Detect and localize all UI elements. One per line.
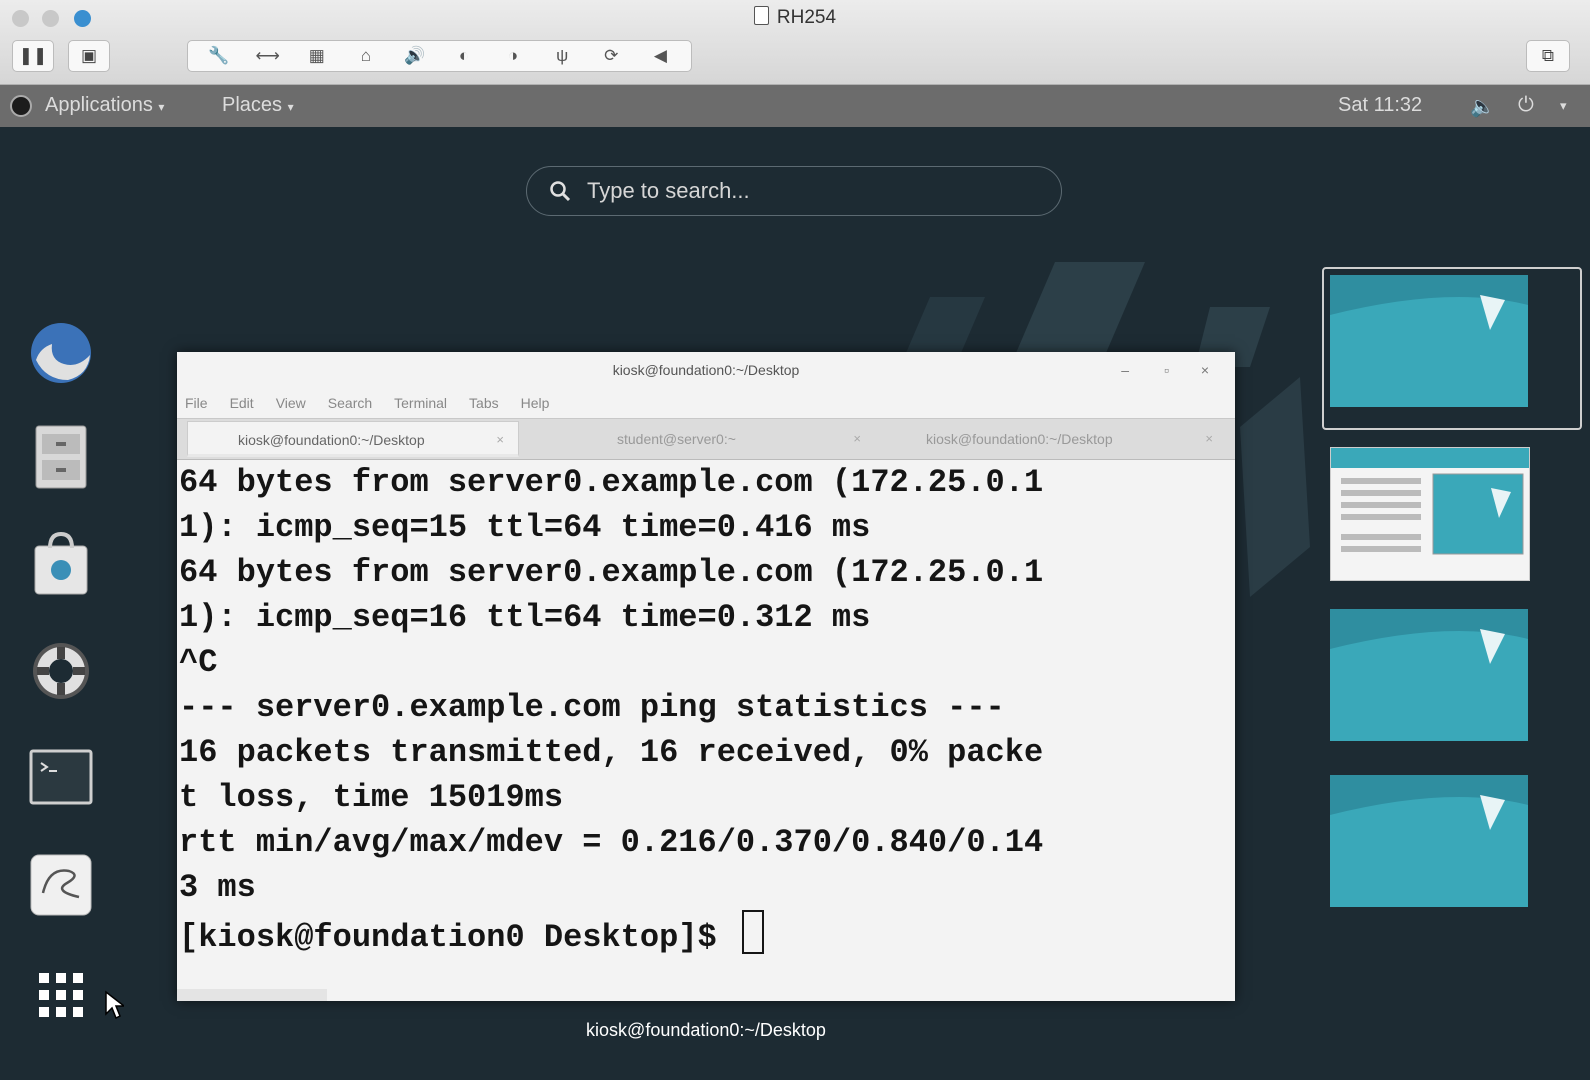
terminal-titlebar[interactable]: kiosk@foundation0:~/Desktop – ▫ ×	[177, 352, 1235, 388]
tab-label: student@server0:~	[617, 431, 736, 447]
tab-label: kiosk@foundation0:~/Desktop	[926, 431, 1113, 447]
network-icon[interactable]: ⟷	[254, 46, 282, 66]
tab-close-icon[interactable]: ×	[496, 422, 504, 458]
terminal-output[interactable]: 64 bytes from server0.example.com (172.2…	[179, 460, 1229, 960]
software-icon	[34, 531, 88, 595]
terminal-window[interactable]: kiosk@foundation0:~/Desktop – ▫ × File E…	[177, 352, 1235, 1001]
firefox-launcher[interactable]	[26, 318, 96, 388]
vm-title-text: RH254	[776, 7, 837, 28]
sync-icon[interactable]: ⟳	[597, 46, 625, 66]
tab-label: kiosk@foundation0:~/Desktop	[238, 432, 425, 448]
terminal-icon	[29, 749, 93, 805]
output-line: rtt min/avg/max/mdev = 0.216/0.370/0.840…	[179, 824, 1044, 861]
text-cursor	[741, 910, 764, 954]
output-line: 16 packets transmitted, 16 received, 0% …	[179, 734, 1044, 771]
prompt-line: [kiosk@foundation0 Desktop]$	[179, 910, 1229, 960]
pause-icon: ❚❚	[18, 46, 48, 65]
places-menu[interactable]: Places ▾	[222, 94, 294, 117]
minimize-icon[interactable]: –	[1121, 352, 1129, 388]
fullscreen-button[interactable]: ⧉	[1526, 40, 1570, 72]
workspace-wallpaper	[1330, 775, 1528, 830]
workspace-1[interactable]	[1330, 275, 1528, 407]
tab-kiosk-desktop-2[interactable]: kiosk@foundation0:~/Desktop ×	[882, 421, 1227, 457]
workspace-window-preview	[1331, 448, 1529, 555]
firefox-icon	[31, 323, 91, 383]
workspace-wallpaper	[1330, 609, 1528, 664]
tab-close-icon[interactable]: ×	[853, 421, 861, 457]
menu-help[interactable]: Help	[521, 395, 550, 411]
output-line: 64 bytes from server0.example.com (172.2…	[179, 554, 1044, 591]
shell-prompt: [kiosk@foundation0 Desktop]$	[179, 919, 717, 956]
settings-wrench-icon[interactable]: 🔧	[205, 46, 233, 66]
terminal-menubar: File Edit View Search Terminal Tabs Help	[177, 388, 1235, 418]
chevron-down-icon[interactable]: ▾	[1560, 98, 1567, 114]
output-line: ^C	[179, 644, 218, 681]
terminal-tab-bar: kiosk@foundation0:~/Desktop × student@se…	[177, 418, 1235, 460]
disk-icon[interactable]: ▦	[303, 46, 331, 66]
output-line: 1): icmp_seq=15 ttl=64 time=0.416 ms	[179, 509, 871, 546]
vm-device-toolbar: 🔧 ⟷ ▦ ⌂ 🔊 ◐ ◑ ψ ⟳ ◀	[187, 40, 692, 72]
window-restore-icon: ⧉	[1541, 46, 1555, 65]
workspace-2[interactable]	[1330, 447, 1530, 581]
horizontal-scrollbar[interactable]	[177, 989, 327, 1001]
help-icon	[33, 643, 89, 699]
workspace-4[interactable]	[1330, 775, 1528, 907]
chevron-down-icon: ▾	[287, 100, 294, 114]
menu-view[interactable]: View	[276, 395, 306, 411]
snapshot-icon: ▣	[80, 46, 98, 65]
chevron-left-icon[interactable]: ◀	[646, 46, 674, 66]
bluetooth-icon[interactable]: ◑	[499, 46, 527, 66]
app-grid-icon	[39, 973, 83, 1017]
search-input[interactable]	[585, 177, 1019, 205]
vm-window-titlebar: RH254 ❚❚ ▣ 🔧 ⟷ ▦ ⌂ 🔊 ◐ ◑ ψ ⟳ ◀ ⧉	[0, 0, 1590, 85]
workspace-wallpaper	[1330, 275, 1528, 330]
screenshot-app-launcher[interactable]	[26, 850, 96, 920]
printer-icon[interactable]: ⌂	[352, 46, 380, 66]
output-line: --- server0.example.com ping statistics …	[179, 689, 1005, 726]
vm-window-title: RH254	[0, 6, 1590, 29]
search-icon	[550, 181, 571, 202]
power-icon[interactable]: ⏻	[1518, 94, 1534, 117]
camera-icon[interactable]: ◐	[450, 46, 478, 66]
volume-muted-icon[interactable]: 🔈	[1470, 94, 1495, 119]
output-line: 1): icmp_seq=16 ttl=64 time=0.312 ms	[179, 599, 871, 636]
applications-menu[interactable]: Applications ▾	[45, 94, 164, 117]
window-caption: kiosk@foundation0:~/Desktop	[586, 1020, 826, 1040]
terminal-launcher[interactable]	[26, 744, 96, 814]
mouse-pointer-icon	[105, 990, 124, 1020]
software-launcher[interactable]	[26, 528, 96, 598]
menu-terminal[interactable]: Terminal	[394, 395, 447, 411]
clock[interactable]: Sat 11:32	[1338, 94, 1422, 117]
close-icon[interactable]: ×	[1201, 352, 1209, 388]
output-line: t loss, time 15019ms	[179, 779, 564, 816]
suspend-button[interactable]: ❚❚	[12, 40, 54, 72]
gnome-top-bar: Applications ▾ Places ▾ Sat 11:32 🔈 ⏻ ▾	[0, 85, 1590, 127]
places-label: Places	[222, 94, 283, 116]
sound-icon[interactable]: 🔊	[401, 46, 429, 66]
menu-search[interactable]: Search	[328, 395, 372, 411]
files-launcher[interactable]	[26, 422, 96, 492]
menu-edit[interactable]: Edit	[230, 395, 254, 411]
files-icon	[35, 425, 87, 489]
screenshot-app-icon	[30, 854, 92, 916]
snapshot-button[interactable]: ▣	[68, 40, 110, 72]
tab-kiosk-desktop-1[interactable]: kiosk@foundation0:~/Desktop ×	[187, 421, 519, 457]
output-line: 64 bytes from server0.example.com (172.2…	[179, 464, 1044, 501]
menu-file[interactable]: File	[185, 395, 208, 411]
applications-label: Applications	[45, 94, 153, 116]
tab-student-server0[interactable]: student@server0:~ ×	[525, 421, 875, 457]
workspace-3[interactable]	[1330, 609, 1528, 741]
maximize-icon[interactable]: ▫	[1164, 352, 1169, 388]
distro-logo-icon	[10, 95, 32, 117]
document-icon	[753, 6, 769, 25]
menu-tabs[interactable]: Tabs	[469, 395, 499, 411]
usb-icon[interactable]: ψ	[548, 46, 576, 66]
output-line: 3 ms	[179, 869, 256, 906]
chevron-down-icon: ▾	[158, 100, 165, 114]
terminal-title: kiosk@foundation0:~/Desktop	[612, 362, 800, 378]
tab-close-icon[interactable]: ×	[1205, 421, 1213, 457]
overview-search[interactable]	[526, 166, 1062, 216]
help-launcher[interactable]	[26, 636, 96, 706]
